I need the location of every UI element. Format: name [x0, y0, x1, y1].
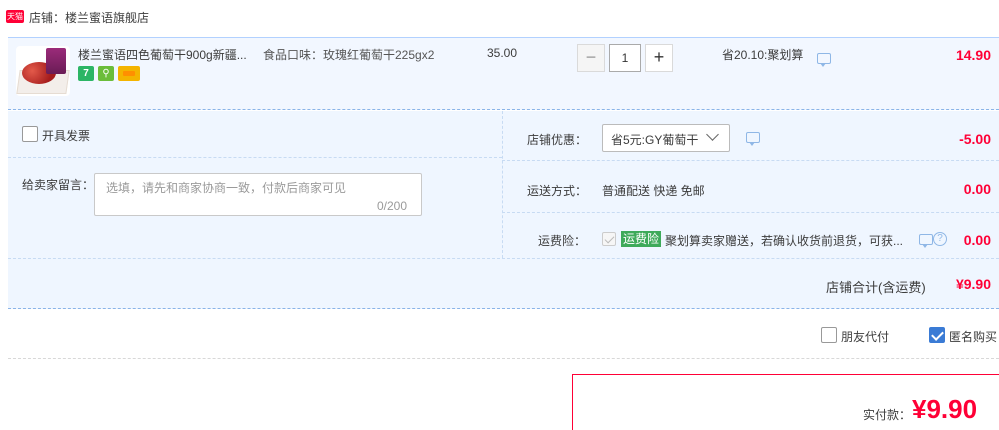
shop-total-label: 店铺合计(含运费)	[826, 280, 926, 295]
shipping-label: 运送方式：	[527, 184, 588, 198]
insurance-amount: 0.00	[963, 232, 991, 248]
pay-label: 实付款：	[863, 408, 912, 422]
insurance-label: 运费险：	[538, 234, 587, 248]
shop-name-link[interactable]: 店铺：楼兰蜜语旗舰店	[29, 9, 149, 26]
shop-total-amount: ¥9.90	[955, 276, 991, 292]
insurance-checkbox	[602, 232, 616, 246]
pay-amount: ¥9.90	[912, 394, 978, 424]
chat-icon[interactable]	[746, 132, 760, 146]
gold-card-icon[interactable]	[118, 66, 140, 81]
shop-discount-amount: -5.00	[959, 131, 991, 147]
invoice-label: 开具发票	[42, 129, 91, 143]
shop-discount-value: 省5元:GY葡萄干	[611, 133, 699, 147]
product-title-link[interactable]: 楼兰蜜语四色葡萄干900g新疆...	[78, 46, 256, 63]
anonymous-checkbox[interactable]	[929, 327, 945, 343]
help-icon[interactable]: ?	[933, 232, 947, 246]
message-char-count: 0/200	[377, 199, 408, 213]
chat-icon[interactable]	[919, 234, 933, 248]
product-thumbnail[interactable]	[16, 46, 70, 96]
anonymous-label: 匿名购买	[949, 330, 998, 344]
shipping-method: 普通配送 快递 免邮	[602, 184, 705, 198]
quantity-plus-button[interactable]: +	[645, 44, 673, 72]
product-sku: 食品口味：玫瑰红葡萄干225gx2	[263, 48, 435, 62]
item-subtotal: 14.90	[955, 47, 991, 63]
invoice-checkbox[interactable]	[22, 126, 38, 142]
chat-icon[interactable]	[817, 53, 831, 67]
friend-pay-label: 朋友代付	[841, 330, 890, 344]
seven-day-return-icon[interactable]: 7	[78, 66, 94, 81]
shop-discount-label: 店铺优惠：	[527, 133, 588, 147]
green-service-icon[interactable]: ⚲	[98, 66, 114, 81]
unit-price: 35.00	[487, 46, 518, 60]
quantity-input[interactable]: 1	[609, 44, 641, 72]
shipping-amount: 0.00	[963, 181, 991, 197]
message-label: 给卖家留言：	[22, 178, 95, 192]
tmall-logo-icon: 天猫	[6, 10, 24, 23]
message-placeholder: 选填，请先和商家协商一致，付款后商家可见	[106, 181, 347, 195]
friend-pay-checkbox[interactable]	[821, 327, 837, 343]
promotion-discount: 省20.10:聚划算	[722, 48, 804, 62]
insurance-badge: 运费险	[621, 231, 662, 247]
quantity-minus-button[interactable]: −	[577, 44, 605, 72]
insurance-description: 聚划算卖家赠送，若确认收货前退货，可获...	[665, 234, 904, 248]
